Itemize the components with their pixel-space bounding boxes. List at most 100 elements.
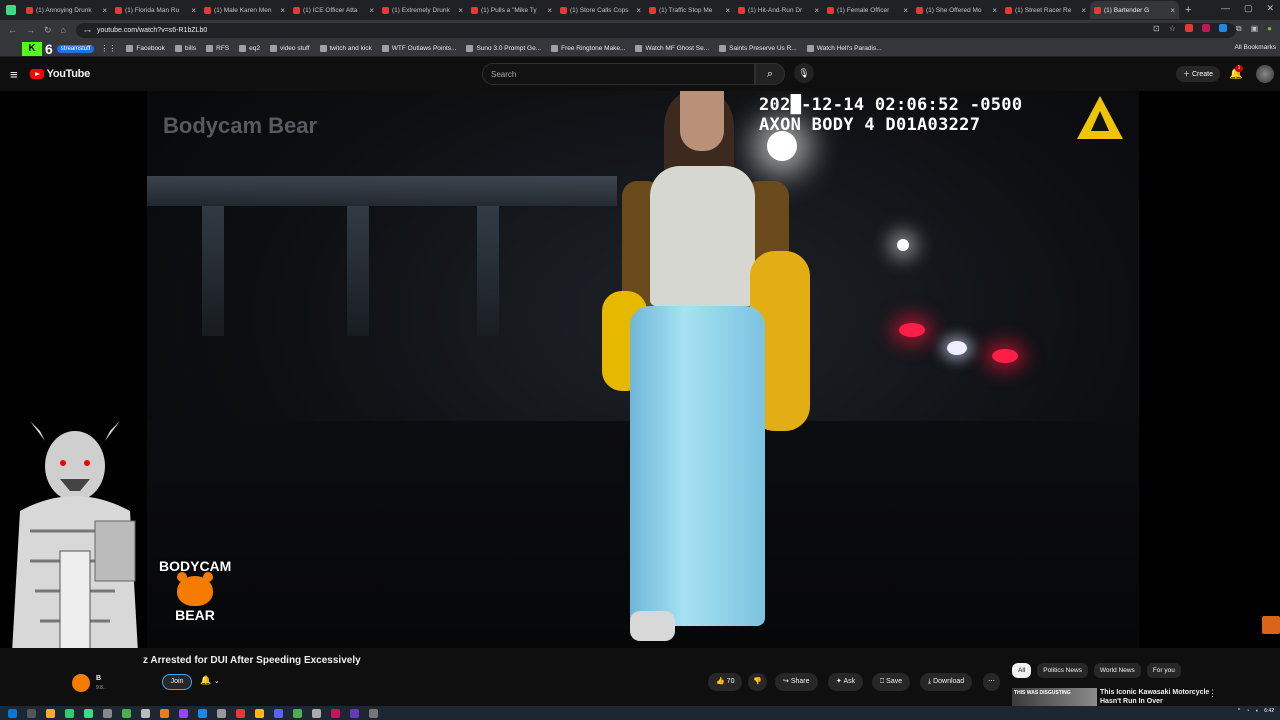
browser-tab[interactable]: (1) Hit-And-Run Dr × [734,1,823,19]
extension-icon[interactable] [1201,24,1210,32]
more-vert-icon[interactable]: ⋮ [1208,688,1217,699]
bookmark-item[interactable]: WTF Outlaws Points... [381,45,456,52]
browser-tab[interactable]: (1) Extremely Drunk × [378,1,467,19]
ask-button[interactable]: ✦ Ask [828,673,864,691]
bookmark-item[interactable]: twitch and kick [319,45,372,52]
discord-icon[interactable] [274,708,283,718]
bookmark-item[interactable]: video stuff [269,45,310,52]
close-tab-icon[interactable]: × [725,6,730,15]
bookmark-item[interactable]: RFS [206,45,229,52]
chevron-up-icon[interactable]: ^ [1238,708,1240,714]
channel-avatar[interactable] [72,674,90,692]
menu-icon[interactable]: ≡ [10,67,18,82]
extension-icon[interactable] [1218,24,1227,32]
app-icon[interactable] [293,708,302,718]
create-button[interactable]: ＋ Create [1176,66,1220,82]
dislike-button[interactable]: 👎 [748,673,767,691]
settings-icon[interactable] [103,708,112,718]
save-button[interactable]: ⎕ Save [872,673,911,691]
app-icon[interactable] [217,708,226,718]
minimize-icon[interactable]: — [1221,3,1230,14]
browser-tab[interactable]: (1) She Offered Mo × [912,1,1001,19]
reload-icon[interactable]: ↻ [44,25,52,36]
close-window-icon[interactable]: ✕ [1266,3,1274,14]
filter-chip[interactable]: For you [1146,663,1181,678]
app-icon[interactable] [350,708,359,718]
close-tab-icon[interactable]: × [903,6,908,15]
filter-chip[interactable]: All [1012,663,1032,678]
bookmark-item[interactable]: bills [174,45,196,52]
bookmark-item[interactable]: eq2 [239,45,260,52]
browser-tab[interactable]: (1) Male Karen Men × [200,1,289,19]
video-frame[interactable]: 202█-12-14 02:06:52 -0500 AXON BODY 4 D0… [147,91,1139,648]
browser-tab[interactable]: (1) Annoying Drunk × [22,1,111,19]
bookmark-six[interactable]: 6 [45,41,53,57]
kick-icon[interactable]: K [22,41,42,56]
back-icon[interactable]: ← [8,25,17,36]
search-icon[interactable] [27,708,36,718]
bookmark-item[interactable]: Suno 3.0 Prompt Ge... [466,45,541,52]
url-field[interactable]: ⊶ youtube.com/watch?v=s6-R1bZLb0 [75,23,1236,38]
voice-search-button[interactable]: 🎙 [794,63,814,83]
bookmark-item[interactable]: Facebook [126,45,165,52]
home-icon[interactable]: ⌂ [61,25,66,36]
close-tab-icon[interactable]: × [458,6,463,15]
app-icon[interactable] [160,708,169,718]
star-icon[interactable]: ☆ [1169,24,1176,34]
more-actions-button[interactable]: ⋯ [983,673,1000,691]
recommended-video[interactable]: THIS WAS DISGUSTING This Iconic Kawasaki… [1012,688,1272,706]
app-icon[interactable] [198,708,207,718]
extension-icon[interactable] [1184,24,1193,32]
bookmark-item[interactable]: Free Ringtone Make... [551,45,625,52]
video-player[interactable]: 202█-12-14 02:06:52 -0500 AXON BODY 4 D0… [0,91,1280,648]
recommended-thumbnail[interactable]: THIS WAS DISGUSTING [1012,688,1097,706]
file-explorer-icon[interactable] [46,708,55,718]
browser-tab[interactable]: (1) Traffic Stop Me × [645,1,734,19]
app-icon[interactable] [84,708,93,718]
notifications-button[interactable]: 🔔 1 [1229,65,1243,80]
close-tab-icon[interactable]: × [992,6,997,15]
extensions-puzzle-icon[interactable]: ⧉ [1236,24,1242,34]
close-tab-icon[interactable]: × [547,6,552,15]
close-tab-icon[interactable]: × [636,6,641,15]
all-bookmarks[interactable]: All Bookmarks [1234,44,1276,51]
new-tab-button[interactable]: + [1185,4,1191,16]
channel-branding-icon[interactable] [1262,616,1280,634]
sidepanel-icon[interactable]: ▣ [1251,24,1259,34]
profile-icon[interactable]: ● [1267,24,1272,34]
close-tab-icon[interactable]: × [191,6,196,15]
app-icon[interactable] [122,708,131,718]
search-input[interactable]: Search [482,63,755,85]
apps-grid-icon[interactable]: ⋮⋮ [100,44,116,53]
filter-chip[interactable]: Politics News [1037,663,1088,678]
close-tab-icon[interactable]: × [1170,6,1175,15]
channel-name[interactable]: B [96,675,101,682]
app-icon[interactable] [312,708,321,718]
browser-tab[interactable]: (1) Store Calls Cops × [556,1,645,19]
maximize-icon[interactable]: ▢ [1244,3,1253,14]
app-icon[interactable] [141,708,150,718]
browser-tab[interactable]: (1) Street Racer Re × [1001,1,1090,19]
close-tab-icon[interactable]: × [102,6,107,15]
account-avatar[interactable] [1256,65,1274,83]
app-icon[interactable] [236,708,245,718]
bookmark-chip[interactable]: streamstuff [56,44,95,53]
twitch-icon[interactable] [179,708,188,718]
app-icon[interactable] [65,708,74,718]
filter-chip[interactable]: World News [1093,663,1141,678]
recommended-title[interactable]: This Iconic Kawasaki Motorcycle Hasn't R… [1100,688,1220,706]
start-icon[interactable] [8,708,17,718]
download-button[interactable]: ⤓ Download [920,673,973,691]
close-tab-icon[interactable]: × [280,6,285,15]
app-icon[interactable] [331,708,340,718]
clock[interactable]: 6:42 [1264,708,1274,714]
bookmark-item[interactable]: Watch Hell's Paradis... [806,45,882,52]
youtube-logo[interactable]: YouTube [29,68,90,80]
network-icon[interactable]: ◔ [1246,708,1249,714]
close-tab-icon[interactable]: × [1081,6,1086,15]
close-tab-icon[interactable]: × [814,6,819,15]
bookmark-item[interactable]: Watch MF Ghost Se... [635,45,709,52]
chrome-icon[interactable] [255,708,264,718]
browser-menu-icon[interactable] [6,5,16,15]
app-icon[interactable] [369,708,378,718]
